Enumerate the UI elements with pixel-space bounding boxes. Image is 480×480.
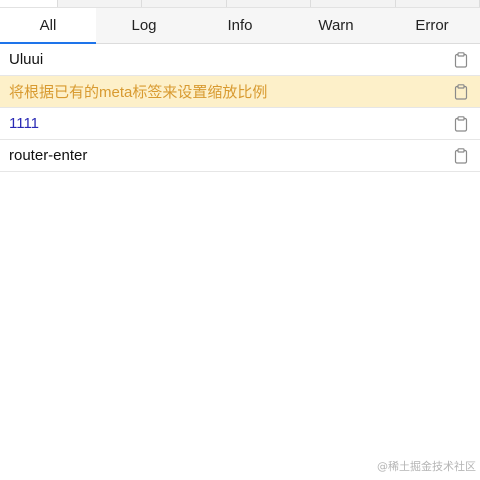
tab-info[interactable]: Info [192, 8, 288, 43]
log-row-info: 1111 [0, 108, 480, 140]
clipboard-icon[interactable] [453, 115, 469, 132]
log-row: Uluui [0, 44, 480, 76]
watermark: @稀土掘金技术社区 [377, 460, 476, 473]
top-strip-segment[interactable] [311, 0, 396, 7]
clipboard-icon[interactable] [453, 51, 469, 68]
top-tab-strip [0, 0, 480, 8]
tab-all[interactable]: All [0, 8, 96, 44]
log-text: router-enter [9, 147, 88, 164]
top-strip-segment[interactable] [142, 0, 227, 7]
tab-warn[interactable]: Warn [288, 8, 384, 43]
log-row-warn: 将根据已有的meta标签来设置缩放比例 [0, 76, 480, 108]
log-list: Uluui 将根据已有的meta标签来设置缩放比例 1111 router-en… [0, 44, 480, 172]
tab-log[interactable]: Log [96, 8, 192, 43]
log-row: router-enter [0, 140, 480, 172]
clipboard-icon[interactable] [453, 83, 469, 100]
top-strip-segment[interactable] [396, 0, 480, 7]
tab-error[interactable]: Error [384, 8, 480, 43]
log-text: 将根据已有的meta标签来设置缩放比例 [9, 84, 268, 101]
top-strip-segment[interactable] [58, 0, 143, 7]
log-filter-tabs: All Log Info Warn Error [0, 8, 480, 44]
top-strip-segment[interactable] [227, 0, 312, 7]
top-strip-segment[interactable] [0, 0, 58, 7]
clipboard-icon[interactable] [453, 147, 469, 164]
log-text: Uluui [9, 51, 44, 68]
log-text: 1111 [9, 115, 40, 132]
